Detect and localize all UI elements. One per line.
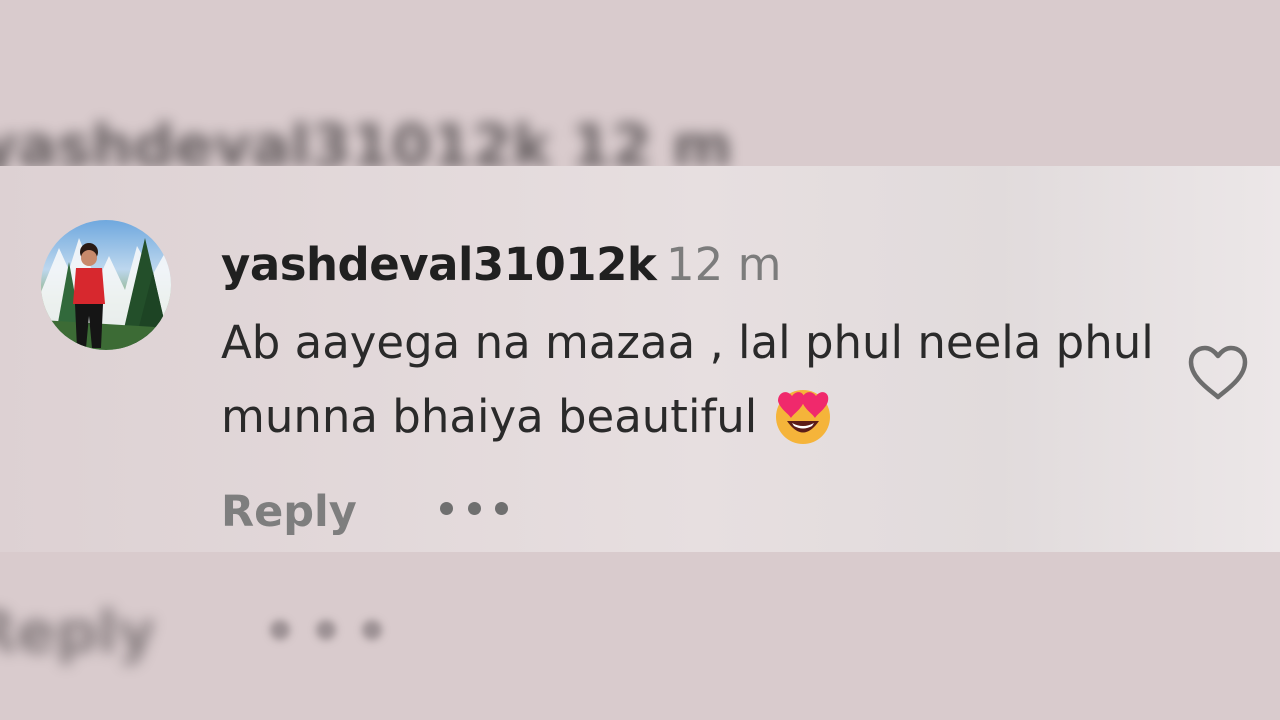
avatar-image bbox=[41, 238, 171, 350]
blurred-next-reply-label: Reply bbox=[0, 598, 156, 666]
heart-outline-icon[interactable] bbox=[1186, 344, 1250, 406]
comment-timestamp: 12 m bbox=[666, 238, 782, 291]
comment-body: Ab aayega na mazaa , lal phul neela phul… bbox=[221, 306, 1161, 468]
avatar[interactable] bbox=[41, 220, 171, 350]
blurred-more-icon bbox=[270, 620, 408, 644]
more-horizontal-icon[interactable] bbox=[440, 498, 508, 518]
star-struck-face-icon bbox=[773, 386, 833, 468]
comment-text: Ab aayega na mazaa , lal phul neela phul… bbox=[221, 316, 1154, 443]
reply-button[interactable]: Reply bbox=[221, 487, 357, 537]
comment-username[interactable]: yashdeval31012k bbox=[221, 238, 657, 291]
